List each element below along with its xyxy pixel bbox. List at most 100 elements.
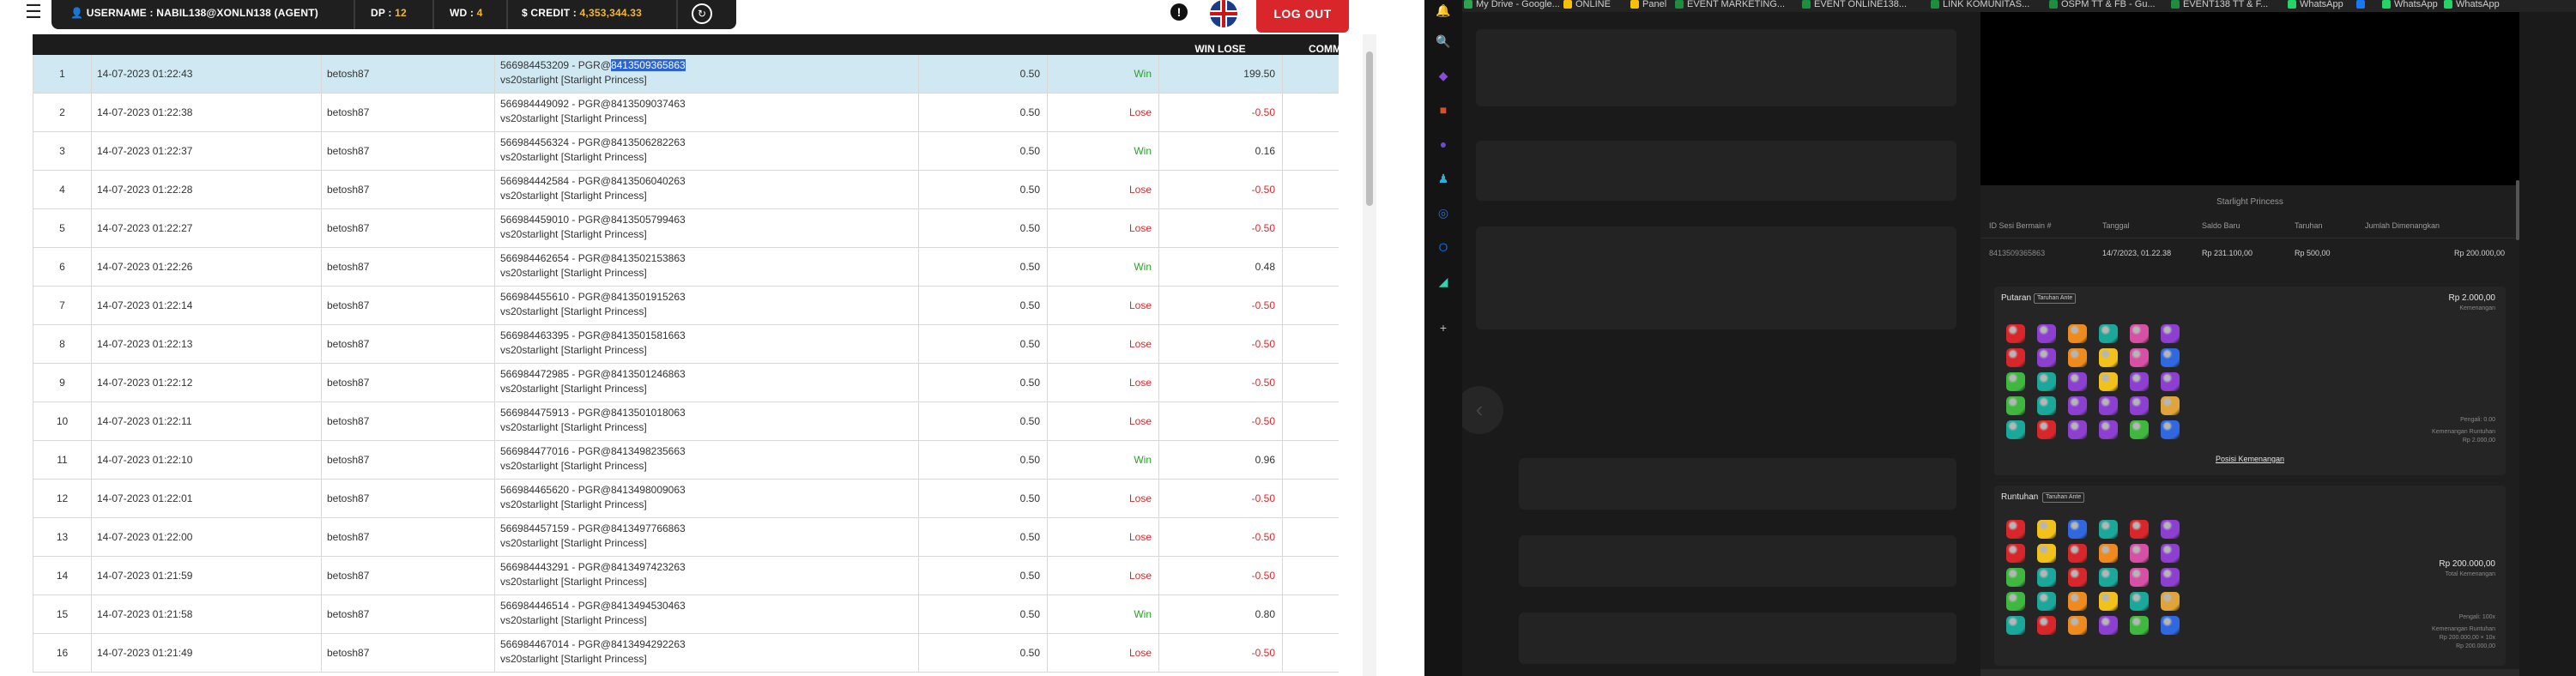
row-status: Lose [1047, 364, 1158, 402]
game-ref[interactable]: 8413501246863 [611, 368, 686, 380]
spin-amount-sub: Kemenangan [2459, 305, 2495, 311]
row-bet: 0.50 [918, 402, 1047, 441]
bookmark-item[interactable]: ONLINE [1562, 0, 1611, 12]
game-ref[interactable]: 8413497423263 [611, 561, 686, 573]
bookmark-item[interactable]: EVENT138 TT & F... [2169, 0, 2268, 12]
game-ref[interactable]: 8413494292263 [611, 638, 686, 650]
bookmark-item[interactable]: EVENT MARKETING... [1673, 0, 1785, 12]
table-row[interactable]: 1 14-07-2023 01:22:43 betosh87 0.50 Win 199.5… [33, 55, 1339, 94]
table-row[interactable]: 14 14-07-2023 01:21:59 betosh87 0.50 Lose -0.… [33, 557, 1339, 595]
table-row[interactable]: 12 14-07-2023 01:22:01 betosh87 0.50 Lose -0.… [33, 480, 1339, 518]
game-ref[interactable]: 8413498235663 [611, 445, 686, 457]
table-row[interactable]: 4 14-07-2023 01:22:28 betosh87 0.50 Lose -0.5… [33, 171, 1339, 209]
menu-icon[interactable]: ☰ [22, 2, 45, 24]
game-ref[interactable]: 8413498009063 [611, 484, 686, 496]
header-comm[interactable]: COMM [1282, 34, 1339, 55]
tumble-title: Runtuhan [2001, 492, 2039, 502]
logout-button[interactable]: LOG OUT [1256, 0, 1349, 33]
game-ref[interactable]: 8413494530463 [611, 600, 686, 612]
game-ref[interactable]: 8413497766863 [611, 522, 686, 534]
table-row[interactable]: 5 14-07-2023 01:22:27 betosh87 0.50 Lose -0.5… [33, 209, 1339, 248]
chess-icon[interactable]: ♟ [1435, 170, 1452, 187]
game-ref[interactable]: 8413501915263 [611, 291, 686, 303]
panel-scrollbar[interactable] [2516, 180, 2519, 240]
table-row[interactable]: 13 14-07-2023 01:22:00 betosh87 0.50 Lose -0.… [33, 518, 1339, 557]
gem-symbol-purple [2161, 520, 2180, 539]
table-row[interactable]: 314-07-2023 01:22:37betosh87 0.50Win0.160… [33, 132, 1339, 171]
row-comm: 0.00 [1282, 441, 1339, 480]
gem-symbol-orange [2068, 592, 2087, 611]
uk-flag-icon[interactable] [1210, 0, 1237, 27]
toolbox-icon[interactable]: ■ [1435, 101, 1452, 118]
row-game: 566984462654 - PGR@8413502153863 vs20star… [494, 248, 918, 287]
bookmark-item[interactable]: EVENT ONLINE138... [1800, 0, 1907, 12]
add-icon[interactable]: + [1435, 319, 1452, 336]
row-status: Win [1047, 55, 1158, 94]
screen: ☰ 👤 USERNAME : NABIL138@XONLN138 (AGENT)… [0, 0, 2576, 676]
wd-display: WD : 4 [450, 0, 483, 26]
table-row[interactable]: 11 14-07-2023 01:22:10 betosh87 0.50 Win 0.96… [33, 441, 1339, 480]
row-comm: 0.00 [1282, 171, 1339, 209]
table-row[interactable]: 614-07-2023 01:22:26betosh87 0.50Win0.480… [33, 248, 1339, 287]
spin-amount: Rp 2.000,00 [2448, 293, 2496, 303]
table-row[interactable]: 2 14-07-2023 01:22:38 betosh87 0.50 Lose -0.5… [33, 94, 1339, 132]
search-icon[interactable]: 🔍 [1435, 33, 1452, 50]
table-row[interactable]: 15 14-07-2023 01:21:58 betosh87 0.50 Win 0.80… [33, 595, 1339, 634]
row-win-lose: 0.48 [1158, 248, 1282, 287]
bookmark-item[interactable]: WhatsApp [2442, 0, 2500, 12]
row-username: betosh87 [321, 518, 494, 557]
bookmark-item[interactable]: OSPM TT & FB - Gu... [2047, 0, 2156, 12]
gem-symbol-blue [2161, 616, 2180, 635]
bookmark-item[interactable]: WhatsApp [2286, 0, 2343, 12]
bookmark-item[interactable]: Panel [1629, 0, 1666, 12]
table-row[interactable]: 8 14-07-2023 01:22:13 betosh87 0.50 Lose -0.5… [33, 325, 1339, 364]
bell-icon[interactable]: 🔔 [1435, 2, 1452, 19]
spin-note: Rp 2.000,00 [2462, 438, 2495, 444]
game-id: 566984475913 - PGR@ [500, 407, 611, 419]
table-row[interactable]: 10 14-07-2023 01:22:11 betosh87 0.50 Lose -0.… [33, 402, 1339, 441]
gem-symbol-red [2068, 568, 2087, 587]
bookmark-item[interactable] [2355, 0, 2368, 12]
gem-symbol-blue [2161, 420, 2180, 439]
copilot-icon[interactable]: ◎ [1435, 204, 1452, 221]
header-win-lose[interactable]: WIN LOSE [1158, 34, 1282, 55]
tag-icon[interactable]: ◆ [1435, 67, 1452, 84]
row-status: Win [1047, 441, 1158, 480]
table-row[interactable]: 7 14-07-2023 01:22:14 betosh87 0.50 Lose -0.5… [33, 287, 1339, 325]
table-row[interactable]: 9 14-07-2023 01:22:12 betosh87 0.50 Lose -0.5… [33, 364, 1339, 402]
game-ref[interactable]: 8413509365863 [610, 59, 686, 71]
bookmark-item[interactable]: LINK KOMUNITAS... [1929, 0, 2029, 12]
gem-symbol-green [2130, 420, 2149, 439]
winning-position-link[interactable]: Posisi Kemenangan [1994, 455, 2506, 463]
game-ref[interactable]: 8413506282263 [611, 136, 686, 148]
bookmark-item[interactable]: WhatsApp [2380, 0, 2438, 12]
bookmark-item[interactable]: My Drive - Google... [1462, 0, 1560, 12]
back-arrow-icon[interactable]: ‹ [1455, 386, 1503, 434]
game-ref[interactable]: 8413502153863 [611, 252, 686, 264]
refresh-icon[interactable]: ↻ [692, 3, 712, 24]
game-ref[interactable]: 8413509037463 [611, 98, 686, 110]
gem-symbol-red [2006, 324, 2025, 343]
account-bar: 👤 USERNAME : NABIL138@XONLN138 (AGENT) D… [51, 0, 736, 29]
tumble-ante-tag: Taruhan Ante [2042, 492, 2085, 503]
scrollbar-thumb[interactable] [1366, 51, 1373, 206]
outlook-icon[interactable]: O [1435, 238, 1452, 256]
info-icon[interactable]: ! [1170, 3, 1188, 21]
drop-icon[interactable]: ◢ [1435, 273, 1452, 290]
row-bet: 0.50 [918, 94, 1047, 132]
row-status: Lose [1047, 518, 1158, 557]
row-status: Lose [1047, 171, 1158, 209]
game-name: vs20starlight [Starlight Princess] [500, 344, 647, 356]
dp-label: DP : [371, 7, 396, 19]
gem-symbol-pink [2130, 544, 2149, 563]
game-ref[interactable]: 8413505799463 [611, 214, 686, 226]
table-row[interactable]: 16 14-07-2023 01:21:49 betosh87 0.50 Lose -0.… [33, 634, 1339, 673]
people-icon[interactable]: ● [1435, 136, 1452, 153]
game-ref[interactable]: 8413506040263 [611, 175, 686, 187]
gem-symbol-pink [2130, 348, 2149, 367]
game-name: vs20starlight [Starlight Princess] [500, 151, 647, 163]
game-ref[interactable]: 8413501581663 [611, 329, 686, 341]
row-comm: 0.00 [1282, 287, 1339, 325]
spin-section: Putaran Taruhan Ante Rp 2.000,00 Kemenan… [1994, 287, 2506, 475]
game-ref[interactable]: 8413501018063 [611, 407, 686, 419]
